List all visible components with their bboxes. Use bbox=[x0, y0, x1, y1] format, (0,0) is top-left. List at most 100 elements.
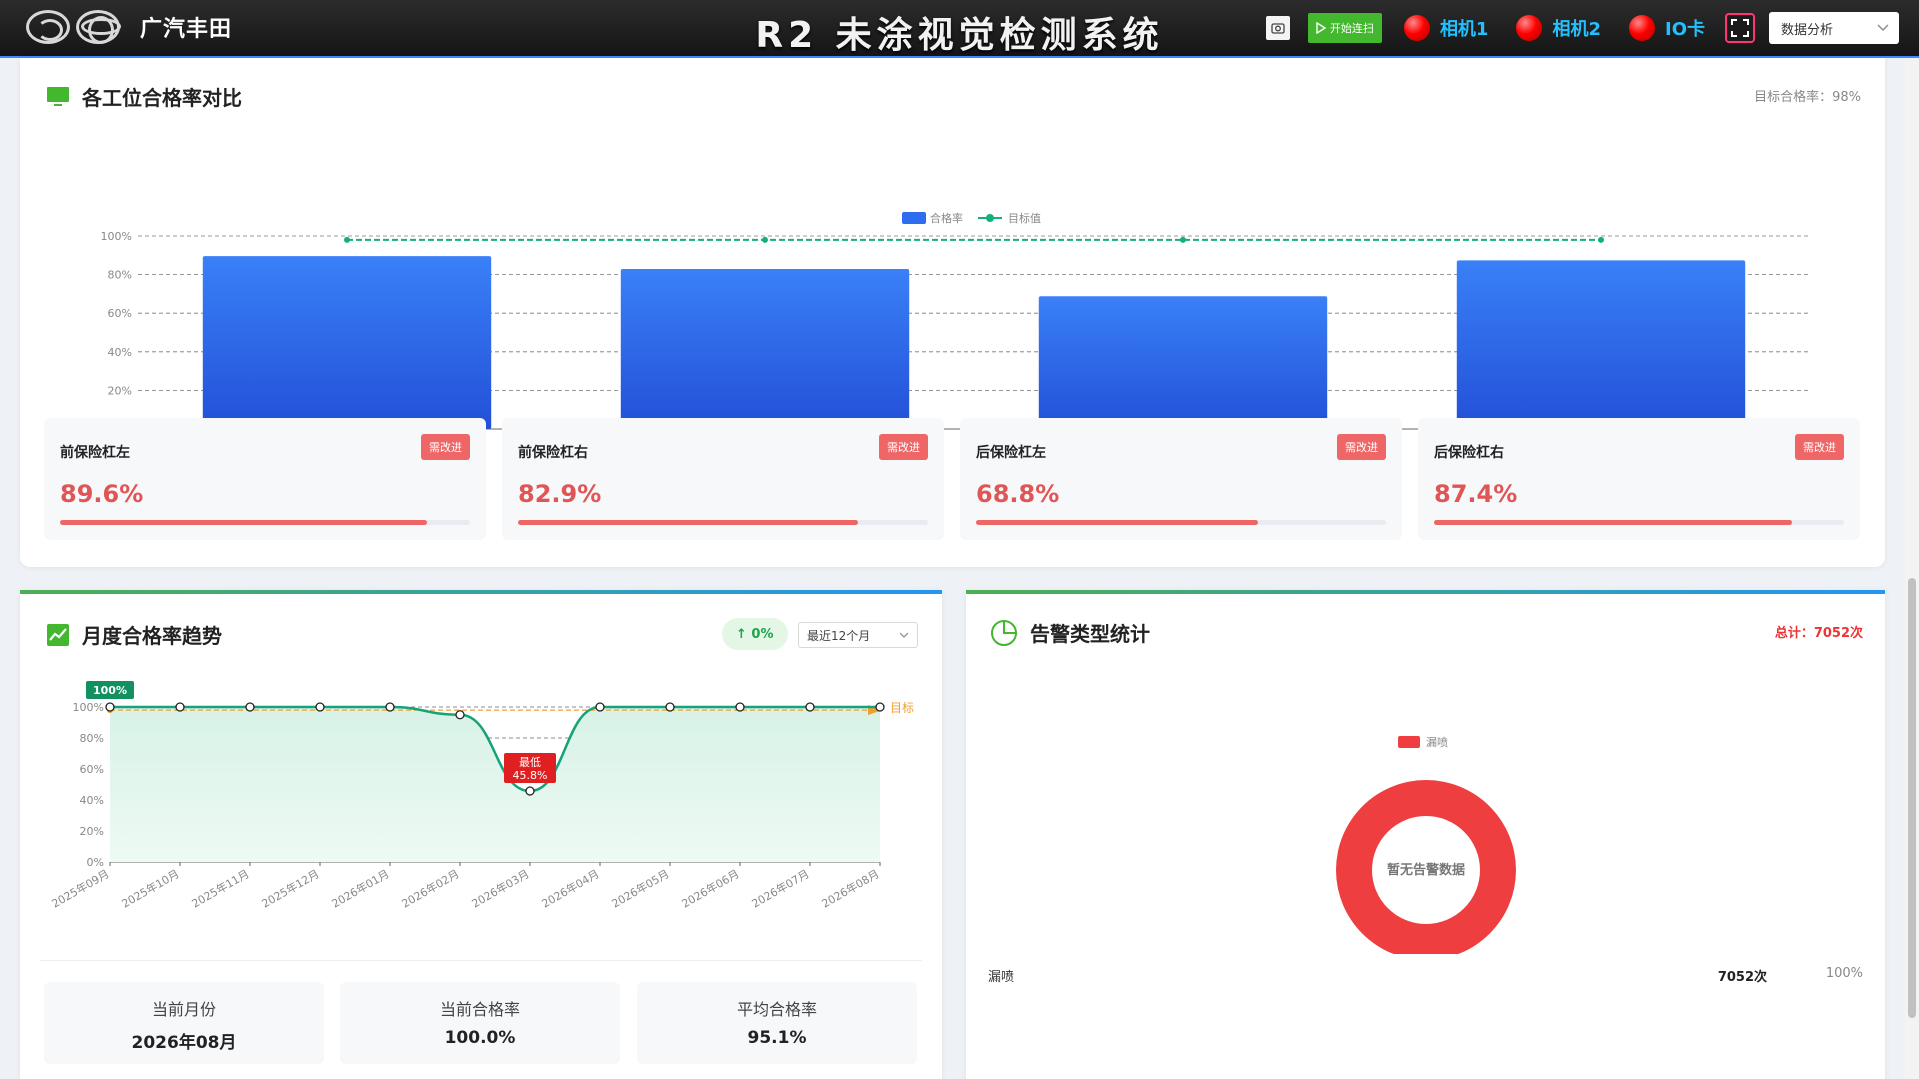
io-card-status-label: IO卡 bbox=[1665, 19, 1705, 40]
alarm-total: 总计：7052次 bbox=[1774, 626, 1863, 641]
change-badge: ↑ 0% bbox=[722, 618, 788, 650]
x-tick-label: 2025年12月 bbox=[259, 866, 321, 910]
y-tick-label: 0% bbox=[87, 856, 104, 869]
x-tick-label: 2026年04月 bbox=[539, 866, 601, 910]
y-tick-label: 100% bbox=[73, 701, 104, 714]
y-tick-label: 60% bbox=[108, 307, 132, 320]
chevron-down-icon bbox=[1877, 24, 1889, 31]
legend-bar-label: 合格率 bbox=[930, 211, 963, 225]
station-metric-card: 前保险杠右 需改进 82.9% bbox=[502, 418, 944, 540]
trend-area bbox=[110, 707, 880, 862]
x-tick-label: 2025年09月 bbox=[49, 866, 111, 910]
trend-chart-icon bbox=[47, 623, 69, 646]
alarm-count: 7052次 bbox=[1717, 970, 1767, 985]
period-select-value: 最近12个月 bbox=[807, 628, 871, 643]
screenshot-button[interactable] bbox=[1265, 16, 1290, 40]
trend-point bbox=[805, 702, 815, 712]
camera2-status-icon bbox=[1516, 15, 1543, 41]
stat-label: 平均合格率 bbox=[736, 1000, 817, 1019]
trend-point bbox=[455, 710, 465, 720]
y-tick-label: 100% bbox=[101, 230, 132, 243]
fullscreen-button[interactable] bbox=[1725, 13, 1755, 43]
stat-value: 2026年08月 bbox=[131, 1033, 237, 1053]
x-tick-label: 2026年05月 bbox=[609, 866, 671, 910]
page-scrollbar[interactable] bbox=[1905, 58, 1919, 1079]
pass-rate-title: 各工位合格率对比 bbox=[46, 82, 242, 111]
start-scan-label: 开始连扫 bbox=[1329, 22, 1374, 35]
pass-rate-card: 各工位合格率对比 目标合格率：98% 合格率目标值0%20%40%60%80%1… bbox=[20, 58, 1885, 567]
max-label: 100% bbox=[93, 684, 127, 697]
station-metric-card: 后保险杠右 需改进 87.4% bbox=[1418, 418, 1860, 540]
trend-point bbox=[105, 702, 115, 712]
trend-point bbox=[595, 702, 605, 712]
x-tick-label: 2026年06月 bbox=[679, 866, 741, 910]
camera-icon bbox=[1271, 23, 1285, 34]
legend-line-marker bbox=[986, 214, 994, 222]
x-tick-label: 2026年07月 bbox=[749, 866, 811, 910]
alarm-list-item: 漏喷 7052次 100% bbox=[988, 966, 1863, 985]
bar-1 bbox=[202, 256, 492, 429]
alarm-percent: 100% bbox=[1825, 966, 1863, 981]
y-tick-label: 60% bbox=[80, 763, 104, 776]
trend-point bbox=[735, 702, 745, 712]
bar-2 bbox=[620, 269, 910, 429]
min-label-value: 45.8% bbox=[513, 769, 548, 782]
trend-title-text: 月度合格率趋势 bbox=[82, 624, 222, 648]
station-progress bbox=[518, 520, 928, 525]
stat-value: 95.1% bbox=[747, 1028, 807, 1048]
trend-point bbox=[665, 702, 675, 712]
station-progress-fill bbox=[518, 520, 858, 525]
trend-point bbox=[875, 702, 885, 712]
divider bbox=[40, 960, 922, 961]
x-tick-label: 2025年11月 bbox=[189, 866, 251, 910]
target-point bbox=[344, 236, 350, 243]
station-name: 后保险杠右 bbox=[1434, 445, 1504, 461]
status-badge: 需改进 bbox=[421, 434, 470, 460]
stat-label: 当前合格率 bbox=[439, 1000, 520, 1019]
io-card-status-icon bbox=[1629, 15, 1655, 41]
pass-rate-title-text: 各工位合格率对比 bbox=[82, 86, 242, 110]
x-tick-label: 2026年01月 bbox=[329, 866, 391, 910]
trend-point bbox=[175, 702, 185, 712]
y-tick-label: 40% bbox=[108, 346, 132, 359]
stat-label: 当前月份 bbox=[151, 1000, 216, 1019]
station-rate: 89.6% bbox=[60, 480, 144, 508]
target-point bbox=[762, 236, 768, 243]
average-rate-stat: 平均合格率 95.1% bbox=[637, 982, 917, 1064]
camera1-status-icon bbox=[1403, 15, 1430, 41]
monthly-trend-chart: 0%20%40%60%80%100% 目标100%最低45.8%2025年09月 2… bbox=[49, 681, 914, 911]
legend-line-label: 目标值 bbox=[1008, 211, 1041, 225]
status-badge: 需改进 bbox=[1795, 434, 1844, 460]
alarm-donut-chart: 漏喷暂无告警数据漏喷7052次 (100%) bbox=[1336, 736, 1516, 954]
scrollbar-thumb[interactable] bbox=[1908, 578, 1916, 1018]
start-scan-button[interactable]: 开始连扫 bbox=[1307, 13, 1382, 43]
legend-bar-swatch bbox=[902, 212, 926, 224]
brand-name: 广汽丰田 bbox=[140, 17, 233, 42]
target-label: 目标 bbox=[890, 701, 914, 715]
status-badge: 需改进 bbox=[879, 434, 928, 460]
logo: 广汽丰田 bbox=[26, 10, 232, 44]
x-tick-label: 2026年08月 bbox=[819, 866, 881, 910]
trend-point bbox=[385, 702, 395, 712]
station-rate: 68.8% bbox=[976, 480, 1060, 508]
bar-4 bbox=[1456, 260, 1746, 429]
trend-point bbox=[245, 702, 255, 712]
view-select[interactable]: 数据分析 bbox=[1769, 12, 1899, 44]
trend-point bbox=[525, 786, 535, 796]
station-progress-fill bbox=[976, 520, 1259, 525]
toyota-logo-icon bbox=[76, 10, 121, 44]
x-tick-label: 2026年02月 bbox=[399, 866, 461, 910]
station-name: 前保险杠左 bbox=[60, 445, 130, 461]
alarm-type-card: 告警类型统计 总计：7052次 漏喷暂无告警数据漏喷7052次 (100%) 漏… bbox=[966, 590, 1885, 1079]
app-header: 广汽丰田 R2 未涂视觉检测系统 开始连扫 相机1 相机2 IO卡 数据分析 bbox=[0, 0, 1919, 58]
y-tick-label: 80% bbox=[80, 732, 104, 745]
station-metric-card: 前保险杠左 需改进 89.6% bbox=[44, 418, 486, 540]
trend-point bbox=[315, 702, 325, 712]
station-progress bbox=[60, 520, 470, 525]
station-rate: 87.4% bbox=[1434, 480, 1518, 508]
target-point bbox=[1598, 236, 1604, 243]
fullscreen-icon bbox=[1731, 19, 1749, 37]
y-tick-label: 20% bbox=[80, 825, 104, 838]
period-select[interactable]: 最近12个月 bbox=[798, 622, 918, 648]
x-tick-label: 2026年03月 bbox=[469, 866, 531, 910]
